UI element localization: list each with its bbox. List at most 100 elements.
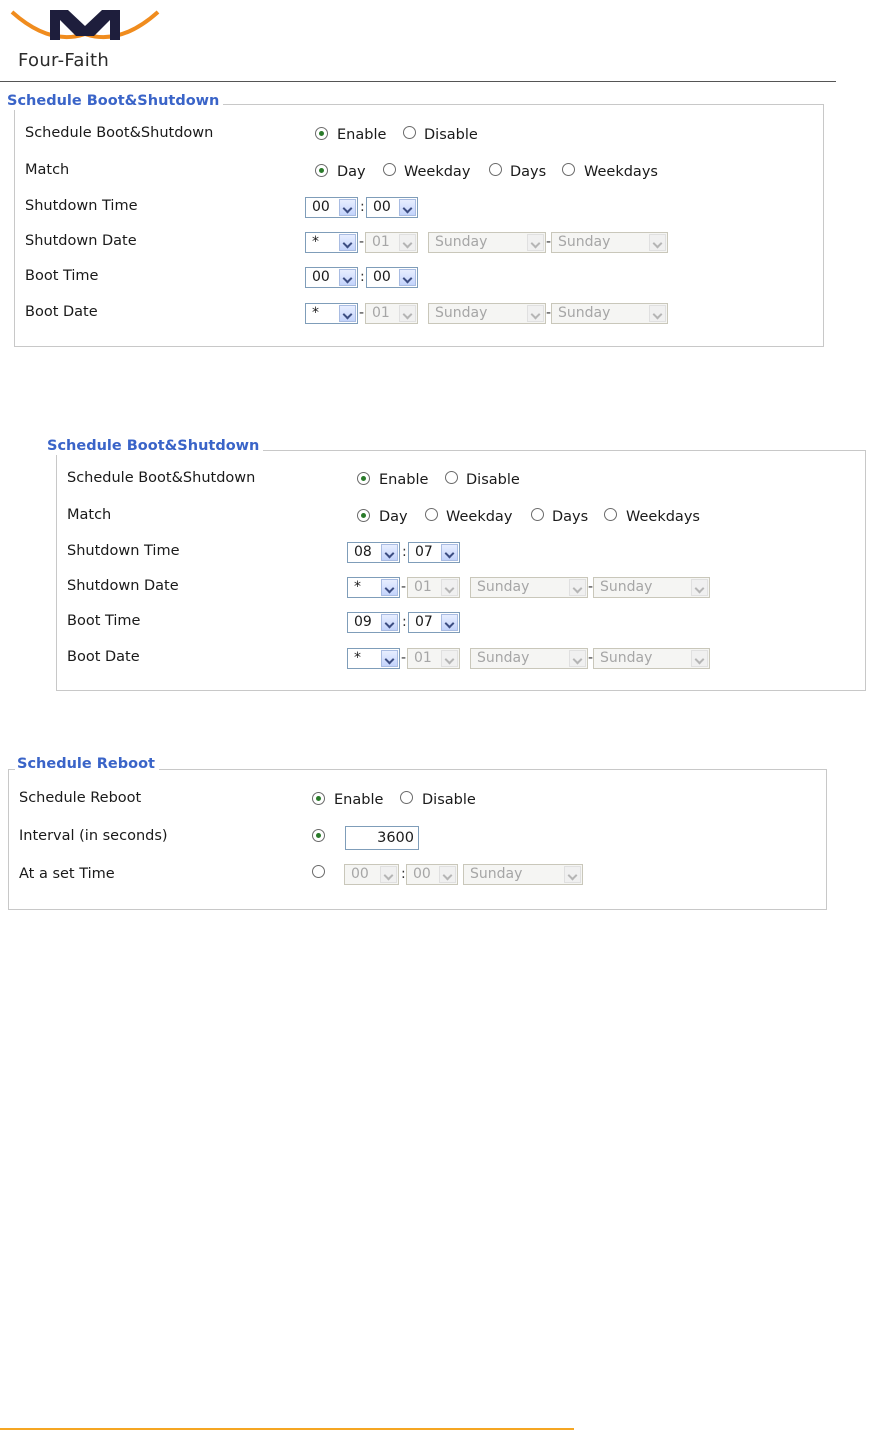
boot-day-select[interactable]: 01 [407, 648, 460, 669]
reboot-hour-select[interactable]: 00 [344, 864, 399, 885]
radio-days-label: Days [510, 164, 547, 180]
match-label: Match [25, 162, 70, 178]
boot-minute-select[interactable]: 00 [366, 267, 418, 288]
radio-enable-label: Enable [334, 792, 384, 808]
logo-m-icon [10, 10, 160, 40]
radio-disable[interactable] [403, 126, 416, 139]
boot-month-select[interactable]: * [305, 303, 358, 324]
time-separator: : [360, 199, 365, 215]
chevron-down-icon [380, 866, 397, 883]
shutdown-day-select[interactable]: 01 [407, 577, 460, 598]
chevron-down-icon [691, 579, 708, 596]
footer-divider [0, 1428, 574, 1430]
radio-weekdays-label: Weekdays [584, 164, 658, 180]
radio-weekdays[interactable] [562, 163, 575, 176]
chevron-down-icon [649, 305, 666, 322]
radio-day[interactable] [357, 509, 370, 522]
shutdown-month-select[interactable]: * [305, 232, 358, 253]
match-label: Match [67, 507, 112, 523]
shutdown-weekday-from-value: Sunday [435, 234, 488, 250]
radio-interval[interactable] [312, 829, 325, 842]
reboot-hour-value: 00 [351, 866, 369, 882]
logo-text: Four-Faith [18, 50, 110, 71]
shutdown-weekday-from-select[interactable]: Sunday [428, 232, 546, 253]
radio-disable-label: Disable [424, 127, 478, 143]
schedule-boot-shutdown-panel-1: Schedule Boot&Shutdown Schedule Boot&Shu… [5, 92, 824, 347]
interval-input[interactable]: 3600 [345, 826, 419, 850]
chevron-down-icon [381, 544, 398, 561]
radio-disable[interactable] [445, 471, 458, 484]
radio-disable[interactable] [400, 791, 413, 804]
panel-legend: Schedule Boot&Shutdown [45, 437, 264, 455]
shutdown-date-label: Shutdown Date [67, 578, 179, 594]
chevron-down-icon [441, 650, 458, 667]
shutdown-weekday-from-value: Sunday [477, 579, 530, 595]
boot-hour-select[interactable]: 00 [305, 267, 358, 288]
boot-weekday-to-value: Sunday [558, 305, 611, 321]
shutdown-weekday-to-select[interactable]: Sunday [593, 577, 710, 598]
four-faith-logo: Four-Faith [10, 4, 160, 71]
radio-days[interactable] [489, 163, 502, 176]
radio-days[interactable] [531, 508, 544, 521]
boot-month-select[interactable]: * [347, 648, 400, 669]
boot-weekday-from-value: Sunday [435, 305, 488, 321]
boot-minute-value: 07 [415, 614, 433, 630]
shutdown-weekday-from-select[interactable]: Sunday [470, 577, 588, 598]
time-separator: : [402, 614, 407, 630]
reboot-weekday-select[interactable]: Sunday [463, 864, 583, 885]
shutdown-hour-select[interactable]: 00 [305, 197, 358, 218]
boot-weekday-from-select[interactable]: Sunday [428, 303, 546, 324]
radio-weekday[interactable] [383, 163, 396, 176]
radio-weekday[interactable] [425, 508, 438, 521]
schedule-reboot-label: Schedule Reboot [19, 790, 142, 806]
chevron-down-icon [399, 199, 416, 216]
radio-enable[interactable] [312, 792, 325, 805]
boot-month-value: * [312, 305, 319, 321]
boot-weekday-to-select[interactable]: Sunday [593, 648, 710, 669]
boot-day-value: 01 [414, 650, 432, 666]
chevron-down-icon [441, 579, 458, 596]
set-time-label: At a set Time [19, 866, 115, 882]
chevron-down-icon [441, 614, 458, 631]
radio-enable[interactable] [315, 127, 328, 140]
shutdown-time-label: Shutdown Time [67, 543, 180, 559]
chevron-down-icon [441, 544, 458, 561]
shutdown-day-value: 01 [414, 579, 432, 595]
boot-day-select[interactable]: 01 [365, 303, 418, 324]
date-separator: - [359, 305, 365, 321]
shutdown-day-select[interactable]: 01 [365, 232, 418, 253]
chevron-down-icon [339, 199, 356, 216]
reboot-minute-select[interactable]: 00 [406, 864, 458, 885]
time-separator: : [360, 269, 365, 285]
shutdown-weekday-to-select[interactable]: Sunday [551, 232, 668, 253]
chevron-down-icon [339, 234, 356, 251]
shutdown-minute-select[interactable]: 07 [408, 542, 460, 563]
chevron-down-icon [381, 579, 398, 596]
shutdown-weekday-to-value: Sunday [558, 234, 611, 250]
radio-enable[interactable] [357, 472, 370, 485]
boot-weekday-to-select[interactable]: Sunday [551, 303, 668, 324]
shutdown-day-value: 01 [372, 234, 390, 250]
chevron-down-icon [399, 305, 416, 322]
chevron-down-icon [339, 305, 356, 322]
boot-minute-value: 00 [373, 269, 391, 285]
chevron-down-icon [691, 650, 708, 667]
shutdown-minute-value: 00 [373, 199, 391, 215]
radio-enable-label: Enable [337, 127, 387, 143]
boot-minute-select[interactable]: 07 [408, 612, 460, 633]
schedule-reboot-panel: Schedule Reboot Schedule Reboot Enable D… [8, 755, 827, 910]
radio-day[interactable] [315, 164, 328, 177]
radio-set-time[interactable] [312, 865, 325, 878]
shutdown-minute-select[interactable]: 00 [366, 197, 418, 218]
radio-weekdays[interactable] [604, 508, 617, 521]
shutdown-month-select[interactable]: * [347, 577, 400, 598]
boot-month-value: * [354, 650, 361, 666]
header-divider [0, 81, 836, 82]
shutdown-date-label: Shutdown Date [25, 233, 137, 249]
shutdown-hour-select[interactable]: 08 [347, 542, 400, 563]
boot-weekday-to-value: Sunday [600, 650, 653, 666]
shutdown-minute-value: 07 [415, 544, 433, 560]
boot-hour-select[interactable]: 09 [347, 612, 400, 633]
shutdown-hour-value: 00 [312, 199, 330, 215]
boot-weekday-from-select[interactable]: Sunday [470, 648, 588, 669]
